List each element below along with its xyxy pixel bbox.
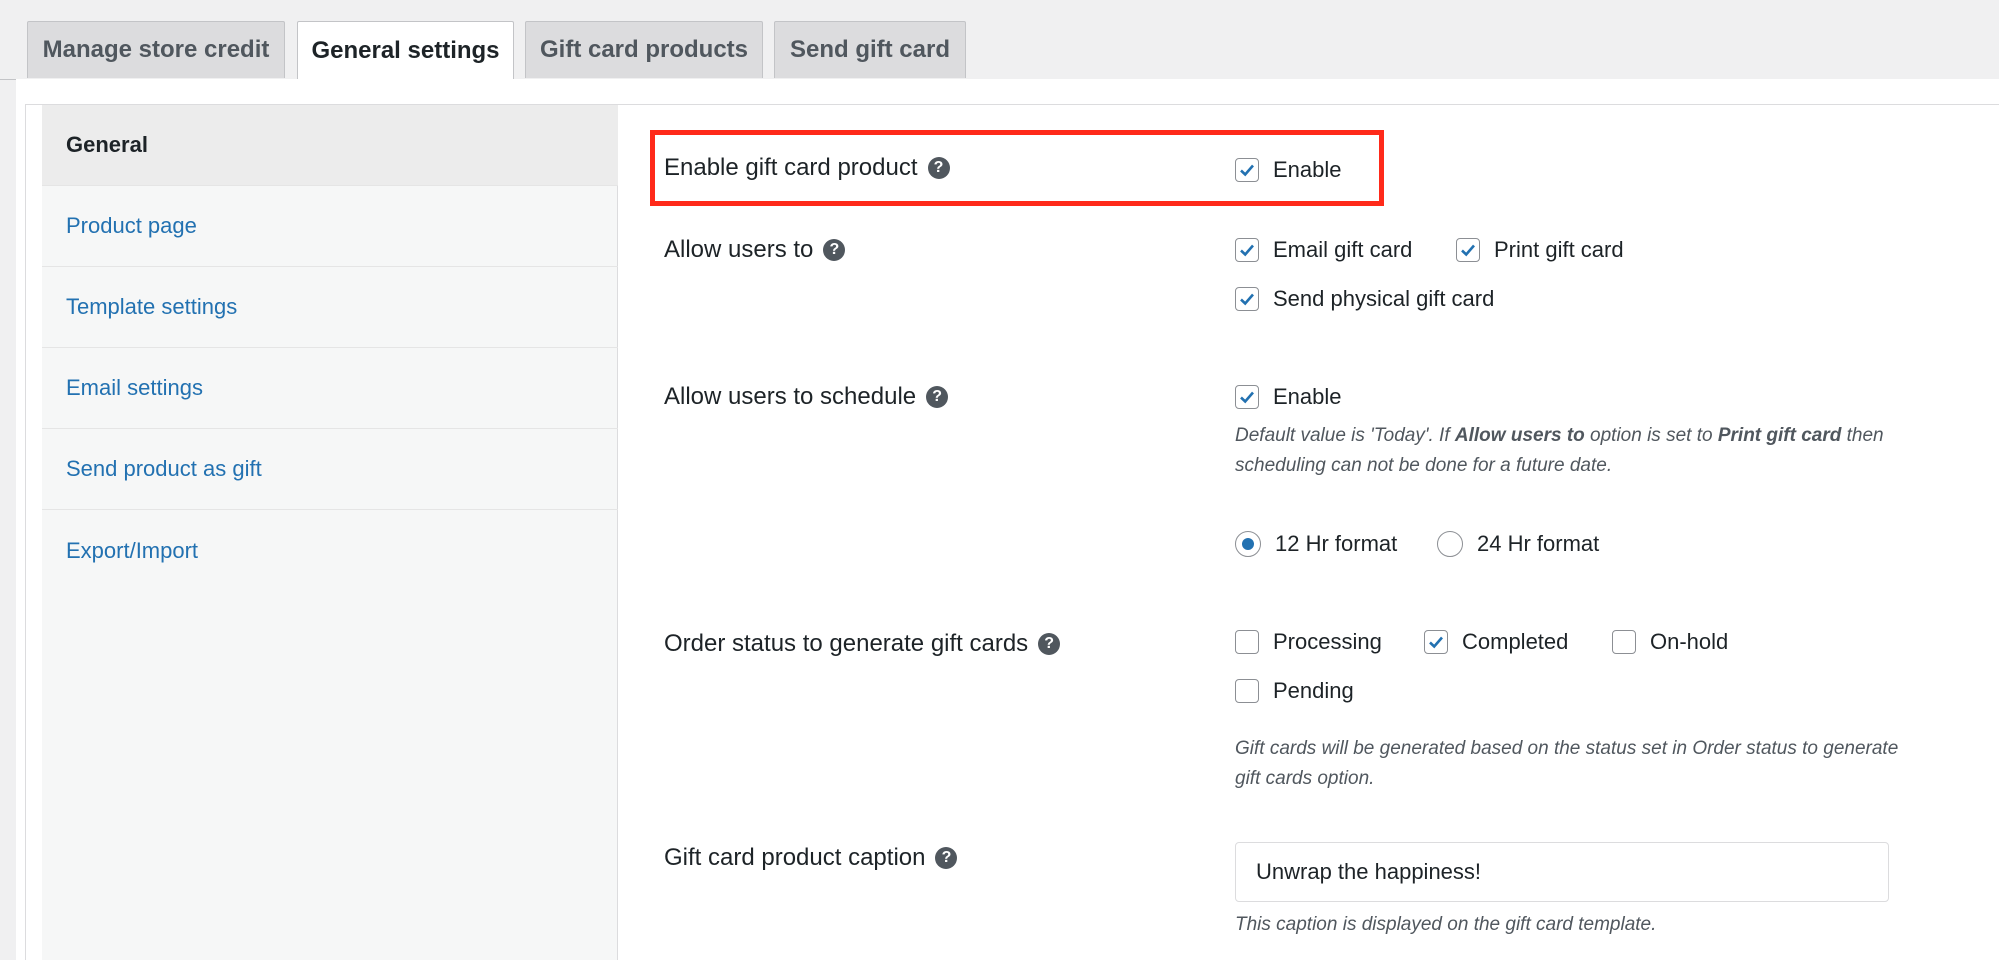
checkbox-checked-icon — [1235, 385, 1259, 409]
sidebar-item-export-import[interactable]: Export/Import — [42, 510, 618, 591]
email-gift-card-checkbox[interactable]: Email gift card — [1235, 237, 1412, 263]
tab-manage-store-credit[interactable]: Manage store credit — [27, 21, 285, 78]
processing-label: Processing — [1273, 629, 1382, 654]
order-status-label-text: Order status to generate gift cards — [664, 630, 1029, 657]
format-24hr-radio[interactable]: 24 Hr format — [1437, 531, 1599, 557]
schedule-description: Default value is 'Today'. If Allow users… — [1235, 421, 1885, 481]
settings-tabs: Manage store credit General settings Gif… — [0, 0, 1999, 80]
pending-label: Pending — [1273, 678, 1354, 703]
enable-gift-card-checkbox[interactable]: Enable — [1235, 157, 1342, 183]
schedule-enable-checkbox[interactable]: Enable — [1235, 384, 1342, 410]
enable-gift-card-option-label: Enable — [1273, 157, 1342, 182]
allow-users-label: Allow users to ? — [664, 236, 846, 264]
tab-general-settings[interactable]: General settings — [297, 21, 514, 80]
sidebar-item-email-settings[interactable]: Email settings — [42, 348, 618, 429]
processing-checkbox[interactable]: Processing — [1235, 629, 1382, 655]
print-gift-card-checkbox[interactable]: Print gift card — [1456, 237, 1624, 263]
tab-gift-card-products[interactable]: Gift card products — [525, 21, 763, 78]
format-12hr-radio[interactable]: 12 Hr format — [1235, 531, 1397, 557]
schedule-enable-label: Enable — [1273, 384, 1342, 409]
completed-checkbox[interactable]: Completed — [1424, 629, 1568, 655]
caption-description: This caption is displayed on the gift ca… — [1235, 914, 1657, 935]
schedule-label-text: Allow users to schedule — [664, 383, 917, 410]
schedule-desc-bold: Allow users to — [1454, 425, 1585, 446]
send-physical-gift-card-checkbox[interactable]: Send physical gift card — [1235, 286, 1494, 312]
settings-sidebar: General Product page Template settings E… — [42, 105, 618, 960]
help-icon[interactable]: ? — [927, 157, 950, 179]
email-gift-card-label: Email gift card — [1273, 237, 1413, 262]
completed-label: Completed — [1462, 629, 1569, 654]
on-hold-checkbox[interactable]: On-hold — [1612, 629, 1728, 655]
format-12hr-label: 12 Hr format — [1275, 531, 1398, 556]
order-status-label: Order status to generate gift cards ? — [664, 630, 1061, 658]
sidebar-item-general[interactable]: General — [42, 105, 618, 186]
print-gift-card-label: Print gift card — [1494, 237, 1624, 262]
checkbox-checked-icon — [1235, 238, 1259, 262]
radio-selected-icon — [1235, 531, 1261, 557]
format-24hr-label: 24 Hr format — [1477, 531, 1600, 556]
schedule-label: Allow users to schedule ? — [664, 383, 949, 411]
pending-checkbox[interactable]: Pending — [1235, 678, 1354, 704]
enable-gift-card-label-text: Enable gift card product — [664, 154, 918, 181]
checkbox-checked-icon — [1235, 158, 1259, 182]
checkbox-checked-icon — [1456, 238, 1480, 262]
help-icon[interactable]: ? — [926, 386, 949, 408]
help-icon[interactable]: ? — [935, 847, 958, 869]
checkbox-unchecked-icon — [1612, 630, 1636, 654]
allow-users-label-text: Allow users to — [664, 236, 814, 263]
on-hold-label: On-hold — [1650, 629, 1729, 654]
sidebar-item-send-product-as-gift[interactable]: Send product as gift — [42, 429, 618, 510]
schedule-desc-part: option is set to — [1584, 425, 1718, 446]
schedule-desc-bold: Print gift card — [1717, 425, 1842, 446]
help-icon[interactable]: ? — [823, 239, 846, 261]
checkbox-unchecked-icon — [1235, 630, 1259, 654]
checkbox-unchecked-icon — [1235, 679, 1259, 703]
caption-label-text: Gift card product caption — [664, 844, 926, 871]
tab-send-gift-card[interactable]: Send gift card — [774, 21, 966, 78]
help-icon[interactable]: ? — [1038, 633, 1061, 655]
schedule-desc-part: Default value is 'Today'. If — [1235, 425, 1455, 446]
send-physical-gift-card-label: Send physical gift card — [1273, 286, 1495, 311]
caption-input[interactable] — [1235, 842, 1889, 902]
checkbox-checked-icon — [1235, 287, 1259, 311]
checkbox-checked-icon — [1424, 630, 1448, 654]
caption-label: Gift card product caption ? — [664, 844, 958, 872]
sidebar-item-template-settings[interactable]: Template settings — [42, 267, 618, 348]
enable-gift-card-label: Enable gift card product ? — [664, 154, 950, 182]
order-status-description: Gift cards will be generated based on th… — [1235, 738, 1899, 789]
sidebar-item-product-page[interactable]: Product page — [42, 186, 618, 267]
radio-unselected-icon — [1437, 531, 1463, 557]
